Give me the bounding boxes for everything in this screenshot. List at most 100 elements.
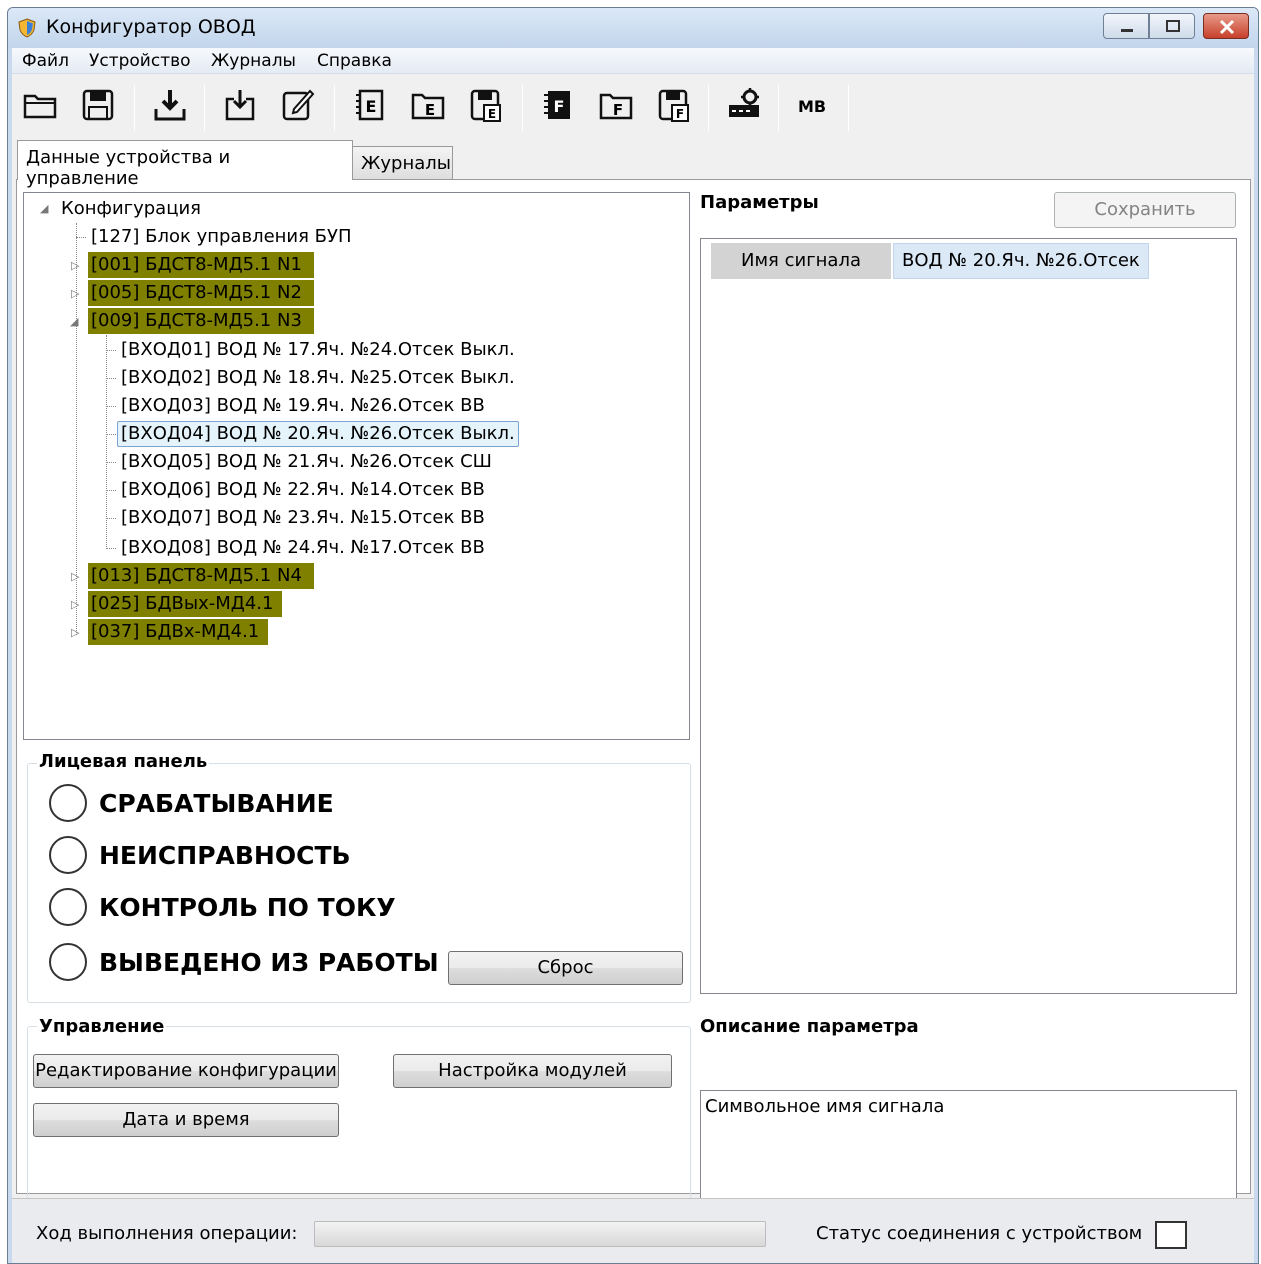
toolbar: E E E F F F МВ <box>12 75 1254 137</box>
description-title: Описание параметра <box>698 1016 921 1037</box>
indicator-lamp <box>49 784 87 822</box>
e-file-icon: E <box>356 89 384 121</box>
download-button[interactable] <box>152 87 188 123</box>
svg-text:F: F <box>676 107 684 121</box>
params-grid: Имя сигнала ВОД № 20.Яч. №26.Отсек <box>700 238 1237 994</box>
title-bar: Конфигуратор ОВОД <box>8 8 1258 48</box>
expand-icon[interactable]: ▷ <box>71 259 79 272</box>
e-file-button[interactable]: E <box>352 87 388 123</box>
svg-text:E: E <box>425 101 435 119</box>
tree-item[interactable]: [127] Блок управления БУП <box>88 224 355 250</box>
tree-item[interactable]: [013] БДСТ8-МД5.1 N4 <box>88 563 314 589</box>
datetime-button[interactable]: Дата и время <box>33 1103 339 1137</box>
param-name-header: Имя сигнала <box>711 243 891 279</box>
progress-bar <box>314 1221 766 1247</box>
open-button[interactable] <box>22 87 58 123</box>
collapse-icon[interactable]: ◢ <box>40 202 48 215</box>
menu-help[interactable]: Справка <box>317 51 392 71</box>
connection-status-indicator <box>1155 1221 1187 1249</box>
connection-label: Статус соединения с устройством <box>816 1223 1143 1244</box>
tree-item[interactable]: [ВХОД07] ВОД № 23.Яч. №15.Отсек ВВ <box>118 505 488 531</box>
download-icon <box>154 90 186 121</box>
window-title: Конфигуратор ОВОД <box>46 16 256 38</box>
f-folder-button[interactable]: F <box>598 87 634 123</box>
control-title: Управление <box>37 1016 167 1037</box>
tab-device-data[interactable]: Данные устройства и управление <box>17 140 353 189</box>
tree-item[interactable]: [ВХОД06] ВОД № 22.Яч. №14.Отсек ВВ <box>118 477 488 503</box>
tree-item[interactable]: [ВХОД01] ВОД № 17.Яч. №24.Отсек Выкл. <box>118 337 518 363</box>
svg-text:E: E <box>366 97 377 116</box>
f-file-button[interactable]: F <box>540 87 576 123</box>
indicator-lamp <box>49 943 87 981</box>
indicator-lamp <box>49 888 87 926</box>
f-save-icon: F <box>658 89 689 122</box>
reset-button[interactable]: Сброс <box>448 951 683 985</box>
tree-item[interactable]: [ВХОД03] ВОД № 19.Яч. №26.Отсек ВВ <box>118 393 488 419</box>
import-button[interactable] <box>222 87 258 123</box>
main-window: Конфигуратор ОВОД Файл Устройство Журнал… <box>7 7 1259 1264</box>
f-folder-icon: F <box>599 93 633 120</box>
config-tree[interactable]: ◢ Конфигурация [127] Блок управления БУП… <box>23 192 690 740</box>
device-settings-button[interactable] <box>726 87 762 123</box>
tree-item[interactable]: [037] БДВх-МД4.1 <box>88 619 268 645</box>
maximize-button[interactable] <box>1149 13 1195 39</box>
menu-bar: Файл Устройство Журналы Справка <box>12 48 1254 74</box>
svg-text:F: F <box>613 101 623 119</box>
expand-icon[interactable]: ▷ <box>71 287 79 300</box>
client-area: Файл Устройство Журналы Справка E E E F … <box>12 48 1254 1263</box>
tree-item[interactable]: [ВХОД05] ВОД № 21.Яч. №26.Отсек СШ <box>118 449 495 475</box>
minimize-button[interactable] <box>1103 13 1149 39</box>
close-button[interactable] <box>1203 13 1249 39</box>
svg-text:E: E <box>488 107 496 121</box>
progress-label: Ход выполнения операции: <box>36 1223 298 1244</box>
collapse-icon[interactable]: ◢ <box>70 315 78 328</box>
save-button[interactable] <box>80 87 116 123</box>
expand-icon[interactable]: ▷ <box>71 626 79 639</box>
shield-app-icon <box>18 18 36 38</box>
f-file-icon: F <box>544 91 570 119</box>
f-save-button[interactable]: F <box>656 87 692 123</box>
save-icon <box>82 89 114 121</box>
expand-icon[interactable]: ▷ <box>71 570 79 583</box>
open-icon <box>23 94 57 119</box>
indicator-lamp <box>49 836 87 874</box>
svg-text:F: F <box>554 97 565 116</box>
tree-item-selected[interactable]: [ВХОД04] ВОД № 20.Яч. №26.Отсек Выкл. <box>117 421 519 447</box>
tree-item[interactable]: [ВХОД02] ВОД № 18.Яч. №25.Отсек Выкл. <box>118 365 518 391</box>
tab-page: ◢ Конфигурация [127] Блок управления БУП… <box>16 179 1251 1223</box>
device-settings-icon <box>729 88 759 117</box>
lamp-label: ВЫВЕДЕНО ИЗ РАБОТЫ <box>99 948 439 977</box>
lamp-label: КОНТРОЛЬ ПО ТОКУ <box>99 893 396 922</box>
tree-item[interactable]: [ВХОД08] ВОД № 24.Яч. №17.Отсек ВВ <box>118 535 488 561</box>
edit-config-button[interactable]: Редактирование конфигурации <box>33 1054 339 1088</box>
lamp-label: НЕИСПРАВНОСТЬ <box>99 841 351 870</box>
params-title: Параметры <box>698 192 821 213</box>
mb-button[interactable]: МВ <box>798 97 826 116</box>
expand-icon[interactable]: ▷ <box>71 598 79 611</box>
save-params-button[interactable]: Сохранить <box>1054 192 1236 228</box>
edit-button[interactable] <box>280 87 316 123</box>
lamp-label: СРАБАТЫВАНИЕ <box>99 789 334 818</box>
tab-journals[interactable]: Журналы <box>352 146 453 182</box>
status-bar: Ход выполнения операции: Статус соединен… <box>12 1198 1254 1263</box>
tree-root[interactable]: Конфигурация <box>58 196 204 222</box>
menu-device[interactable]: Устройство <box>89 51 191 71</box>
close-icon <box>1219 19 1235 35</box>
tree-item[interactable]: [005] БДСТ8-МД5.1 N2 <box>88 280 314 306</box>
e-save-icon: E <box>470 89 501 122</box>
tree-item[interactable]: [009] БДСТ8-МД5.1 N3 <box>88 308 314 334</box>
tree-item[interactable]: [001] БДСТ8-МД5.1 N1 <box>88 252 314 278</box>
e-folder-icon: E <box>411 93 445 120</box>
param-value-cell[interactable]: ВОД № 20.Яч. №26.Отсек <box>893 243 1149 279</box>
menu-file[interactable]: Файл <box>22 51 69 71</box>
module-setup-button[interactable]: Настройка модулей <box>393 1054 672 1088</box>
menu-journals[interactable]: Журналы <box>211 51 296 71</box>
front-panel-title: Лицевая панель <box>37 751 210 772</box>
e-folder-button[interactable]: E <box>410 87 446 123</box>
maximize-icon <box>1166 20 1180 32</box>
edit-icon <box>282 89 315 121</box>
import-icon <box>225 90 255 121</box>
tree-item[interactable]: [025] БДВых-МД4.1 <box>88 591 282 617</box>
minimize-icon <box>1121 29 1133 32</box>
e-save-button[interactable]: E <box>468 87 504 123</box>
